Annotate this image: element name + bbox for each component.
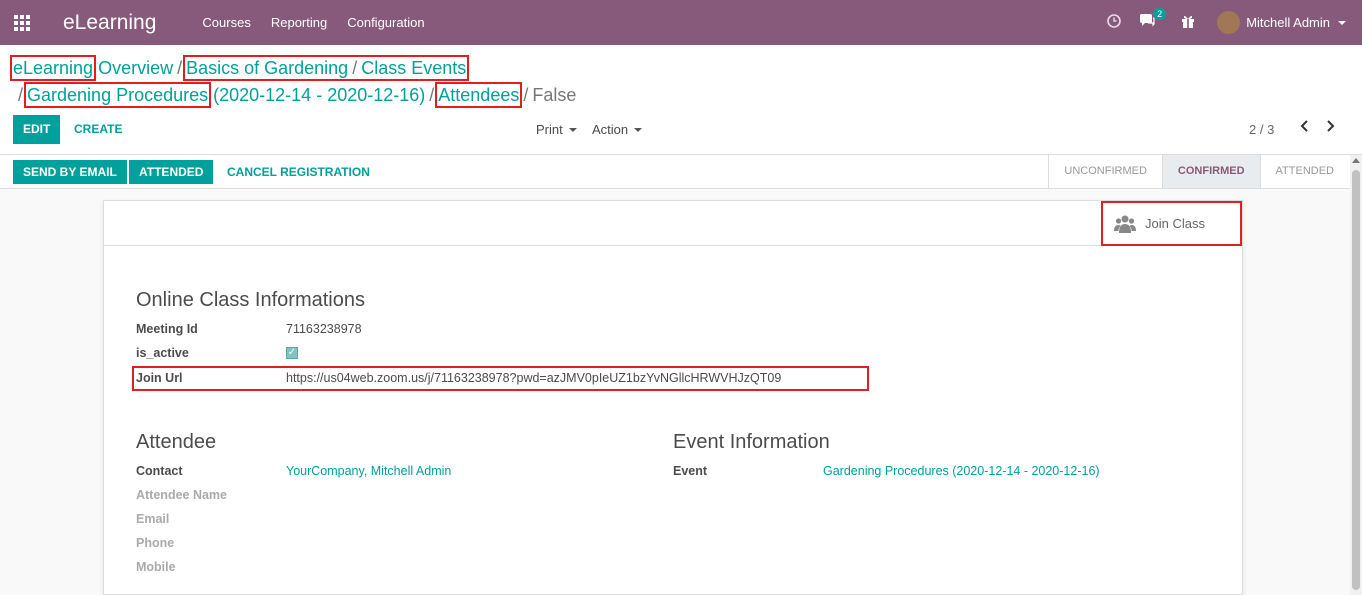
action-label: Action [592,122,629,137]
breadcrumb-basics-class-events[interactable]: Basics of Gardening / Class Events [183,55,470,81]
meeting-id-label: Meeting Id [136,322,198,336]
is-active-checkbox[interactable]: ✓ [286,347,298,359]
event-label: Event [673,464,708,478]
stage-pipeline: UNCONFIRMED CONFIRMED ATTENDED [1048,155,1349,188]
breadcrumb: eLearning Overview / Basics of Gardening / C… [9,55,577,108]
menu-configuration[interactable]: Configuration [347,15,424,30]
scroll-thumb[interactable] [1352,170,1360,590]
gift-icon[interactable] [1181,14,1195,32]
stage-confirmed[interactable]: CONFIRMED [1161,155,1260,188]
mobile-label: Mobile [136,560,176,574]
join-class-label: Join Class [1145,216,1205,231]
email-label: Email [136,512,170,526]
user-avatar[interactable] [1217,11,1241,34]
status-bar: SEND BY EMAIL ATTENDED CANCEL REGISTRATI… [0,154,1362,189]
top-navbar: eLearning Courses Reporting Configuratio… [0,0,1362,45]
send-by-email-button[interactable]: SEND BY EMAIL [13,160,127,184]
vertical-scrollbar[interactable] [1350,155,1362,595]
join-class-button[interactable]: Join Class [1101,201,1242,246]
join-url-value[interactable]: https://us04web.zoom.us/j/71163238978?pw… [286,371,781,385]
breadcrumb-elearning-overview[interactable]: eLearning Overview [9,55,173,81]
activity-clock-icon[interactable] [1107,13,1121,32]
join-url-label: Join Url [136,371,183,385]
cancel-registration-button[interactable]: CANCEL REGISTRATION [217,160,380,184]
print-label: Print [536,122,563,137]
print-dropdown[interactable]: Print [536,122,577,137]
user-name[interactable]: Mitchell Admin [1246,15,1330,30]
pager-previous-icon[interactable] [1299,119,1309,137]
phone-label: Phone [136,536,175,550]
user-menu-caret-icon[interactable] [1338,20,1346,25]
create-button[interactable]: CREATE [64,115,132,144]
messages-badge: 2 [1153,7,1167,20]
app-brand[interactable]: eLearning [63,11,156,35]
breadcrumb-attendees[interactable]: Attendees [435,82,523,108]
contact-value[interactable]: YourCompany, Mitchell Admin [286,464,451,478]
breadcrumb-current: False [532,85,577,105]
messages-icon[interactable]: 2 [1139,7,1167,32]
menu-reporting[interactable]: Reporting [271,15,327,30]
scroll-up-icon[interactable] [1352,158,1360,163]
menu-courses[interactable]: Courses [202,15,250,30]
form-sheet: Join Class Online Class Informations Mee… [103,200,1243,595]
breadcrumb-gardening-procedures[interactable]: Gardening Procedures (2020-12-14 - 2020-… [24,82,425,108]
attendee-title: Attendee [136,431,217,453]
pager-value[interactable]: 2 / 3 [1249,122,1274,137]
action-caret-icon [634,127,643,132]
edit-button[interactable]: EDIT [13,115,61,144]
event-info-title: Event Information [673,431,830,453]
is-active-label: is_active [136,346,189,360]
pager-next-icon[interactable] [1326,119,1336,137]
apps-menu-icon[interactable] [0,0,44,45]
stage-attended[interactable]: ATTENDED [1259,155,1349,188]
attendee-name-label: Attendee Name [136,488,227,502]
event-value[interactable]: Gardening Procedures (2020-12-14 - 2020-… [823,464,1100,478]
online-class-title: Online Class Informations [136,289,365,311]
action-dropdown[interactable]: Action [592,122,643,137]
attended-button[interactable]: ATTENDED [129,160,214,184]
users-icon [1114,215,1136,233]
print-caret-icon [568,127,577,132]
meeting-id-value: 71163238978 [286,322,362,336]
contact-label: Contact [136,464,183,478]
stage-unconfirmed[interactable]: UNCONFIRMED [1048,155,1162,188]
smart-button-box: Join Class [104,201,1242,246]
